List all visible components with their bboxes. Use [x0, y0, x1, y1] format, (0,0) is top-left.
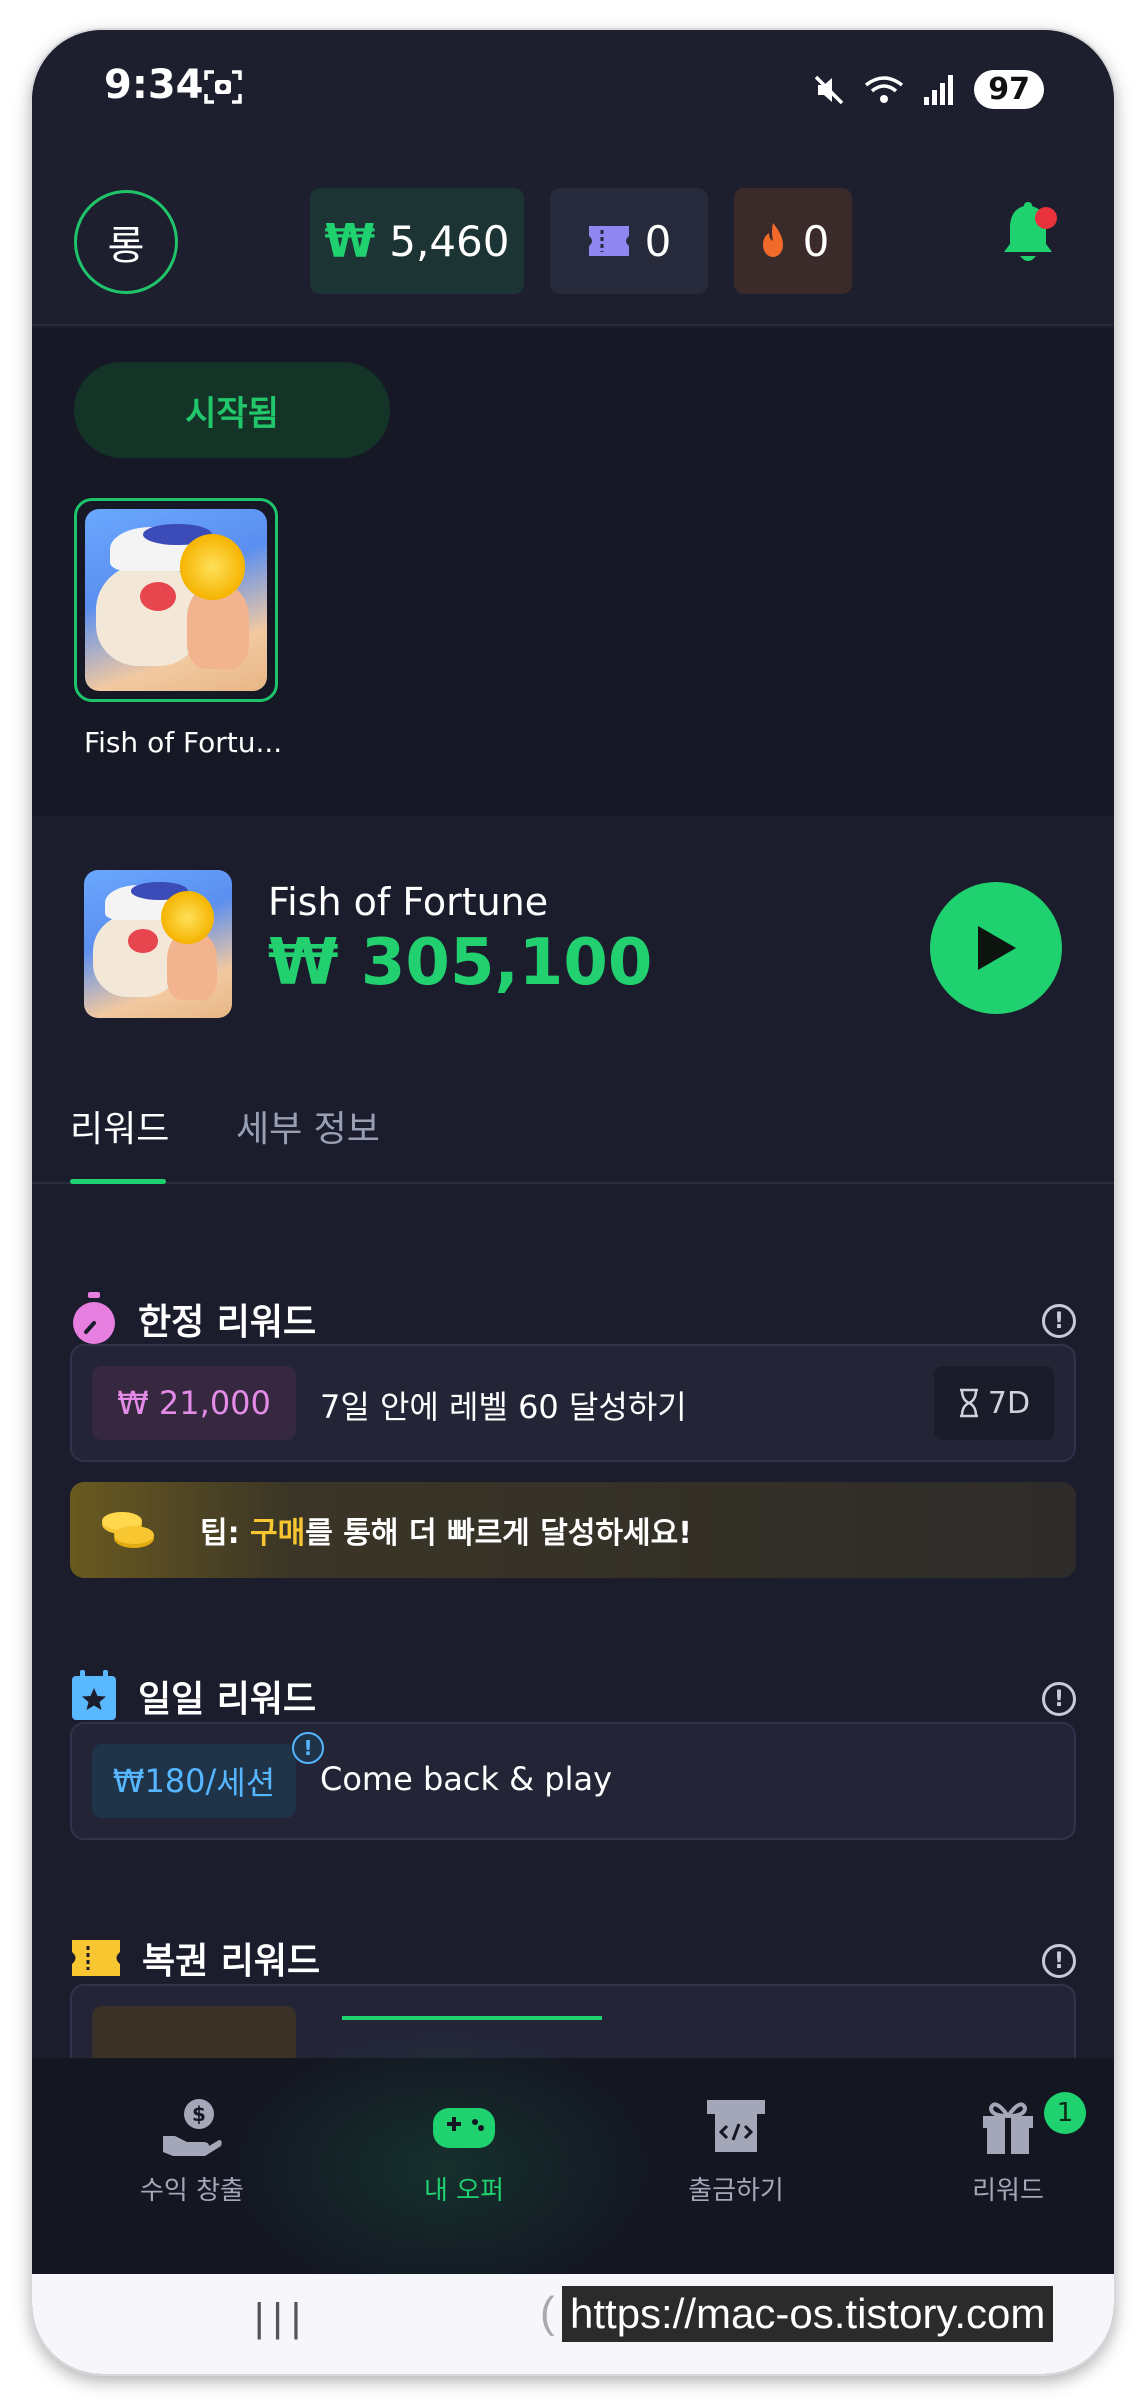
stopwatch-icon: [73, 1292, 115, 1344]
fire-icon: [762, 223, 783, 257]
play-icon: [978, 926, 1016, 970]
daily-info-icon[interactable]: !: [1042, 1682, 1076, 1716]
notification-bell-icon[interactable]: [994, 200, 1064, 270]
calendar-star-icon: [72, 1670, 116, 1720]
ticket-count: 0: [644, 216, 672, 266]
system-nav-bar: ||| ( https://mac-os.tistory.com: [32, 2274, 1114, 2374]
daily-reward-title: 일일 리워드: [70, 1670, 316, 1722]
daily-reward-value: ₩180 / 세션 !: [92, 1732, 324, 1818]
game-header: Fish of Fortune ₩ 305,100: [32, 816, 1114, 1018]
game-total-amount: 305,100: [360, 926, 653, 1000]
watermark-text: https://mac-os.tistory.com: [562, 2286, 1054, 2342]
coins-icon: [100, 1510, 156, 1550]
game-total-reward: ₩ 305,100: [268, 926, 652, 1000]
streak-chip[interactable]: 0: [734, 188, 852, 294]
started-filter-pill[interactable]: 시작됨: [74, 362, 390, 458]
daily-reward-card[interactable]: ₩180 / 세션 ! Come back & play: [70, 1722, 1076, 1840]
status-time: 9:34: [104, 62, 204, 108]
bottom-navigation: $ 수익 창출 내 오퍼 출금하기 리워드 1: [32, 2028, 1114, 2308]
nav-withdraw[interactable]: 출금하기: [636, 2096, 836, 2207]
mute-icon: [815, 75, 844, 104]
coin-balance-chip[interactable]: ₩ 5,460: [310, 188, 524, 294]
fish-of-fortune-image: [84, 870, 232, 1018]
tip-highlight: 구매: [250, 1516, 306, 1551]
started-game-thumbnail[interactable]: [74, 498, 278, 702]
won-icon: ₩: [268, 926, 339, 1000]
limited-reward-task: 7일 안에 레벨 60 달성하기: [320, 1388, 687, 1426]
hourglass-icon: [959, 1388, 978, 1418]
rewards-badge: 1: [1044, 2092, 1086, 2134]
started-games-section: 시작됨 Fish of Fortu...: [32, 328, 1114, 816]
limited-reward-card[interactable]: ₩ 21,000 7일 안에 레벨 60 달성하기 7D: [70, 1344, 1076, 1462]
play-button[interactable]: [930, 882, 1062, 1014]
withdraw-icon: [707, 2100, 765, 2152]
started-game-name: Fish of Fortu...: [84, 726, 283, 759]
nav-earn[interactable]: $ 수익 창출: [92, 2096, 292, 2207]
game-icon: [84, 870, 232, 1018]
home-button[interactable]: (: [540, 2288, 555, 2338]
wifi-icon: [865, 75, 904, 103]
lottery-info-icon[interactable]: !: [1042, 1944, 1076, 1978]
money-hand-icon: $: [163, 2099, 222, 2156]
recents-button[interactable]: |||: [254, 2296, 309, 2341]
gift-icon: [983, 2102, 1033, 2154]
lottery-progress-bar: [342, 2016, 602, 2020]
tip-text: 팁: 구매를 통해 더 빠르게 달성하세요!: [200, 1516, 692, 1551]
ticket-icon: [588, 226, 629, 256]
ticket-icon: [72, 1940, 120, 1976]
daily-reward-task: Come back & play: [320, 1760, 613, 1798]
game-title: Fish of Fortune: [268, 880, 549, 924]
screenshot-icon: [204, 70, 242, 104]
tab-rewards[interactable]: 리워드: [70, 1100, 169, 1152]
tab-bar: 리워드 세부 정보: [32, 1060, 1114, 1184]
coin-balance-value: 5,460: [389, 216, 510, 266]
time-remaining: 7D: [934, 1366, 1054, 1440]
svg-text:$: $: [192, 2102, 206, 2126]
signal-icon: [924, 74, 954, 105]
limited-reward-title: 한정 리워드: [70, 1292, 316, 1346]
app-header: 롱 ₩ 5,460 0 0: [32, 160, 1114, 326]
avatar[interactable]: 롱: [74, 190, 178, 294]
won-icon: ₩: [324, 214, 376, 268]
tab-details[interactable]: 세부 정보: [236, 1100, 380, 1152]
phone-screen: 9:34 97 롱 ₩ 5,460 0 0 시작됨 Fish of Fortu.…: [32, 30, 1114, 2374]
lottery-reward-title: 복권 리워드: [70, 1932, 320, 1984]
fish-of-fortune-image: [85, 509, 267, 691]
status-icons: 97: [812, 70, 1044, 109]
battery-indicator: 97: [974, 70, 1044, 109]
active-tab-indicator: [70, 1179, 166, 1184]
ticket-balance-chip[interactable]: 0: [550, 188, 708, 294]
streak-count: 0: [802, 216, 830, 266]
limited-reward-value: ₩ 21,000: [92, 1366, 296, 1440]
status-bar: 9:34 97: [32, 30, 1114, 160]
nav-my-offers[interactable]: 내 오퍼: [364, 2096, 564, 2207]
limited-info-icon[interactable]: !: [1042, 1304, 1076, 1338]
purchase-tip-banner[interactable]: 팁: 구매를 통해 더 빠르게 달성하세요!: [70, 1482, 1076, 1578]
lottery-reward-card[interactable]: [70, 1984, 1076, 2064]
gamepad-icon: [433, 2108, 495, 2148]
